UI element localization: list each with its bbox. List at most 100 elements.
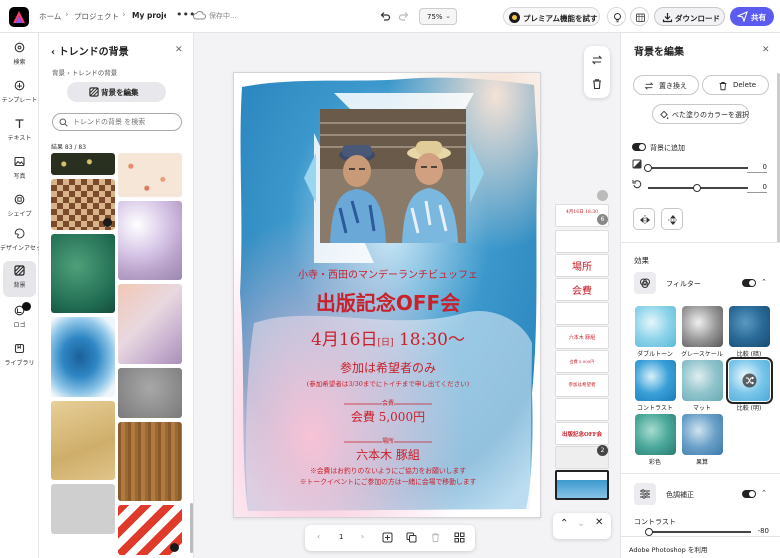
filter-tint[interactable]	[635, 414, 676, 455]
contrast-slider-track[interactable]	[648, 531, 751, 533]
background-thumbnail[interactable]	[118, 505, 182, 555]
background-thumbnail[interactable]	[51, 179, 115, 230]
layer-thumbnail[interactable]: 六本木 豚組	[555, 326, 609, 349]
adobe-express-logo[interactable]	[9, 7, 29, 27]
poster-attendance[interactable]: 参加は希望者のみ	[234, 359, 540, 376]
chevron-down-icon[interactable]: ⌄	[577, 518, 585, 529]
layer-thumbnail[interactable]	[555, 230, 609, 253]
layer-thumbnail[interactable]: 場所	[555, 254, 609, 277]
filter-contrast[interactable]	[635, 360, 676, 401]
tips-button[interactable]	[607, 7, 626, 26]
layer-thumbnail[interactable]	[555, 398, 609, 421]
delete-page-icon[interactable]	[430, 532, 441, 543]
add-page-icon[interactable]	[382, 532, 393, 543]
solid-fill-color-button[interactable]: べた塗りのカラーを選択	[652, 104, 749, 124]
flip-horizontal-button[interactable]	[633, 208, 655, 230]
poster-page[interactable]: 小寺・西田のマンデーランチビュッフェ 出版記念OFF会 4月16日[日] 18:…	[233, 72, 541, 518]
replace-button[interactable]: 置き換え	[633, 75, 699, 95]
rail-search[interactable]: 検索	[0, 38, 39, 74]
breadcrumb-root[interactable]: 背景	[52, 69, 65, 77]
poster-venue-label[interactable]: 場所	[234, 436, 540, 445]
poster-fee-label[interactable]: 会費	[234, 398, 540, 407]
poster-headline[interactable]: 出版記念OFF会	[234, 287, 540, 316]
add-to-background-toggle[interactable]	[632, 143, 646, 151]
grid-apps-button[interactable]	[630, 7, 649, 26]
try-premium-button[interactable]: プレミアム機能を試す	[503, 7, 600, 26]
rail-libraries[interactable]: ライブラリ	[0, 339, 39, 375]
opacity-slider-track[interactable]	[648, 167, 748, 169]
rotate-value[interactable]: 0	[745, 183, 767, 193]
filter-multiply[interactable]	[682, 414, 723, 455]
panel-scrollbar[interactable]	[190, 503, 193, 553]
next-page-icon[interactable]: ›	[361, 532, 364, 541]
poster-venue-value[interactable]: 六本木 豚組	[234, 446, 540, 463]
delete-button[interactable]: Delete	[702, 75, 769, 95]
close-icon[interactable]: ✕	[762, 45, 770, 55]
opacity-slider-handle[interactable]	[644, 164, 652, 172]
background-thumbnail[interactable]	[51, 484, 115, 534]
filter-matte[interactable]	[682, 360, 723, 401]
rail-logos[interactable]: ロゴ	[0, 301, 39, 337]
rail-backgrounds[interactable]: 背景	[3, 261, 36, 297]
contrast-value[interactable]: -80	[747, 527, 769, 537]
download-button[interactable]: ダウンロード	[654, 7, 725, 26]
filter-toggle[interactable]	[742, 279, 756, 287]
background-thumbnail[interactable]	[51, 317, 115, 397]
previous-page-icon[interactable]: ‹	[317, 532, 320, 541]
rail-templates[interactable]: テンプレート	[0, 76, 39, 112]
layer-thumbnail[interactable]: 会費	[555, 278, 609, 301]
background-thumbnail[interactable]	[118, 422, 182, 501]
layer-thumbnail[interactable]: 出版記念OFF会	[555, 422, 609, 445]
trash-icon[interactable]	[591, 78, 603, 90]
background-thumbnail[interactable]	[51, 401, 115, 480]
filter-lighten-selected[interactable]	[726, 357, 773, 404]
rail-photos[interactable]: 写真	[0, 152, 39, 188]
layer-thumbnail[interactable]: 会費 5,000円	[555, 350, 609, 373]
background-thumbnail[interactable]	[118, 368, 182, 418]
poster-fee-value[interactable]: 会費 5,000円	[234, 408, 540, 425]
layer-thumbnail[interactable]	[555, 302, 609, 325]
background-thumbnail[interactable]	[118, 284, 182, 364]
background-thumbnail[interactable]	[118, 153, 182, 197]
rail-text[interactable]: テキスト	[0, 114, 39, 150]
zoom-select[interactable]: 75% ⌄	[419, 8, 457, 25]
document-title[interactable]: My proje	[132, 9, 166, 24]
duplicate-page-icon[interactable]	[406, 532, 417, 543]
chevron-up-icon[interactable]: ⌃	[761, 489, 767, 497]
chevron-up-icon[interactable]: ⌃	[560, 518, 568, 529]
rotate-slider-handle[interactable]	[693, 184, 701, 192]
rail-shapes[interactable]: シェイプ	[0, 190, 39, 226]
background-search-input[interactable]	[52, 113, 182, 131]
swap-icon[interactable]	[591, 54, 603, 66]
poster-subtitle[interactable]: 小寺・西田のマンデーランチビュッフェ	[234, 266, 540, 281]
poster-datetime[interactable]: 4月16日[日] 18:30〜	[234, 325, 540, 350]
background-layer-thumbnail-selected[interactable]	[555, 470, 609, 500]
breadcrumb-home[interactable]: ホーム	[39, 11, 61, 22]
chevron-up-icon[interactable]: ⌃	[761, 278, 767, 286]
background-thumbnail[interactable]	[118, 201, 182, 280]
opacity-value[interactable]: 0	[745, 163, 767, 173]
poster-note[interactable]: (参加希望者は3/30までにトイチまで申し出てください)	[234, 378, 540, 388]
poster-footnote-1[interactable]: ※会費はお釣りのないようにご協力をお願いします	[234, 465, 540, 475]
layer-thumbnail[interactable]: 参加は希望者	[555, 374, 609, 397]
panel-title[interactable]: ‹ トレンドの背景	[51, 43, 129, 58]
breadcrumb-projects[interactable]: プロジェクト	[74, 11, 119, 22]
color-adjust-toggle[interactable]	[742, 490, 756, 498]
filter-grayscale[interactable]	[682, 306, 723, 347]
contrast-slider-handle[interactable]	[645, 528, 653, 536]
background-thumbnail[interactable]	[51, 153, 115, 175]
poster-footnote-2[interactable]: ※トークイベントにご参加の方は一緒に会場で移動します	[234, 476, 540, 486]
close-icon[interactable]: ✕	[595, 517, 603, 528]
redo-icon[interactable]	[398, 10, 410, 22]
edit-background-button[interactable]: 背景を編集	[67, 82, 166, 102]
rail-design-assets[interactable]: デザインアセット	[0, 224, 48, 260]
filter-duotone[interactable]	[635, 306, 676, 347]
filter-darken[interactable]	[729, 306, 770, 347]
grid-view-icon[interactable]	[454, 532, 465, 543]
background-thumbnail[interactable]	[51, 234, 115, 313]
page-number[interactable]: 1	[339, 533, 343, 541]
undo-icon[interactable]	[379, 10, 391, 22]
flip-vertical-button[interactable]	[661, 208, 683, 230]
close-icon[interactable]: ✕	[175, 45, 183, 55]
share-button[interactable]: 共有	[730, 7, 774, 26]
